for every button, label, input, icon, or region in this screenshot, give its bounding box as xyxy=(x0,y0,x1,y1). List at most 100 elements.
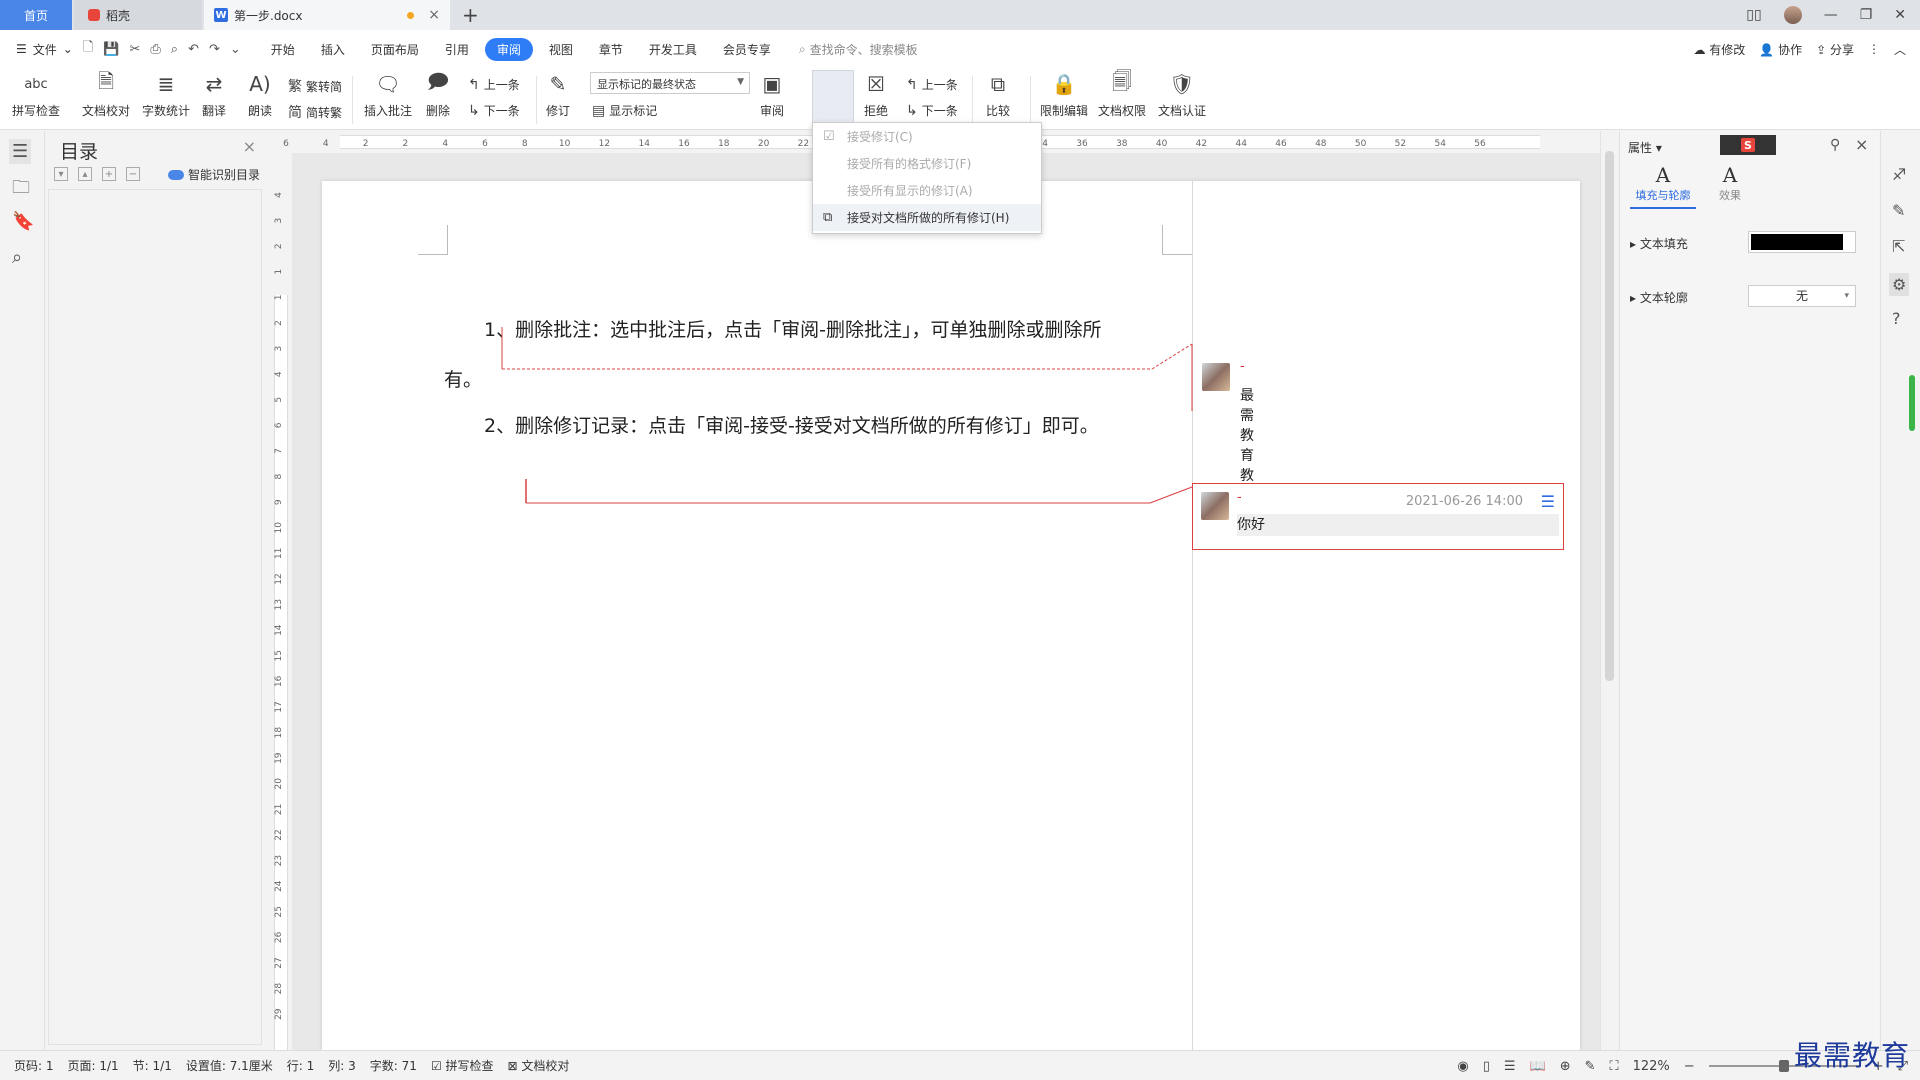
web-view-icon[interactable]: ⊕ xyxy=(1560,1059,1571,1074)
format-painter-icon[interactable]: ✂ xyxy=(129,42,140,57)
new-doc-icon[interactable]: 🗋 xyxy=(83,38,93,60)
insert-comment-button[interactable]: 🗨 插入批注 xyxy=(364,70,412,119)
prev-revision-button[interactable]: ↰ 上一条 xyxy=(906,76,958,93)
undo-icon[interactable]: ↶ xyxy=(188,42,199,57)
toc-close-icon[interactable]: × xyxy=(243,137,256,156)
print-icon[interactable]: ⎙ xyxy=(150,42,160,57)
status-word-count[interactable]: 字数: 71 xyxy=(370,1057,417,1074)
text-fill-color-picker[interactable] xyxy=(1748,231,1856,253)
toc-collapse-icon[interactable]: ▴ xyxy=(78,167,92,181)
word-count-button[interactable]: ≣ 字数统计 xyxy=(142,70,190,119)
restore-button[interactable]: ❐ xyxy=(1860,7,1873,23)
style-icon[interactable]: ♐ xyxy=(1892,165,1906,184)
tab-member[interactable]: 会员专享 xyxy=(713,38,781,61)
zoom-level[interactable]: 122% xyxy=(1633,1059,1670,1074)
toc-expand-icon[interactable]: ▾ xyxy=(54,167,68,181)
toc-icon[interactable]: ☰ xyxy=(9,139,32,164)
status-doc-proof[interactable]: ⊠ 文档校对 xyxy=(508,1057,570,1074)
menu-item-accept-shown[interactable]: 接受所有显示的修订(A) xyxy=(813,177,1041,204)
minimize-button[interactable]: — xyxy=(1824,7,1838,23)
save-icon[interactable]: 💾 xyxy=(103,42,119,57)
menu-item-accept-all[interactable]: ⧉ 接受对文档所做的所有修订(H) xyxy=(813,204,1041,231)
doc-permission-button[interactable]: 🗐 文档权限 xyxy=(1098,69,1146,119)
review-pane-button[interactable]: ▣ 审阅 xyxy=(758,70,786,119)
properties-close-icon[interactable]: × xyxy=(1855,135,1868,154)
markup-state-select[interactable]: 显示标记的最终状态 ▼ xyxy=(590,72,750,94)
comment-menu-icon[interactable]: ☰ xyxy=(1541,492,1555,511)
share-button[interactable]: ⇪ 分享 xyxy=(1816,41,1854,58)
tab-insert[interactable]: 插入 xyxy=(311,38,355,61)
tab-start[interactable]: 开始 xyxy=(261,38,305,61)
read-view-icon[interactable]: 📖 xyxy=(1530,1059,1546,1074)
pin-icon[interactable]: ⚲ xyxy=(1830,137,1840,153)
tab-view[interactable]: 视图 xyxy=(539,38,583,61)
help-icon[interactable]: ? xyxy=(1892,309,1901,328)
next-revision-button[interactable]: ↳ 下一条 xyxy=(906,102,958,119)
tab-daoke[interactable]: 稻壳 xyxy=(74,0,202,30)
comment-edit-field[interactable]: 你好 xyxy=(1237,514,1559,536)
doc-auth-button[interactable]: 🛡 文档认证 xyxy=(1158,70,1206,119)
fit-page-icon[interactable]: ⛶ xyxy=(1610,1059,1619,1074)
write-view-icon[interactable]: ✎ xyxy=(1585,1059,1596,1074)
status-page-no[interactable]: 页码: 1 xyxy=(14,1057,54,1074)
close-window-button[interactable]: ✕ xyxy=(1894,7,1906,23)
collapse-ribbon-icon[interactable]: ︿ xyxy=(1894,41,1906,58)
layout-icon[interactable]: ▯▯ xyxy=(1746,7,1761,23)
translate-button[interactable]: ⇄ 翻译 xyxy=(200,70,228,119)
tab-home[interactable]: 首页 xyxy=(0,0,72,30)
tab-references[interactable]: 引用 xyxy=(435,38,479,61)
paragraph-2[interactable]: 2、删除修订记录：点击「审阅-接受-接受对文档所做的所有修订」即可。 xyxy=(484,411,1099,438)
eye-protect-icon[interactable]: ◉ xyxy=(1457,1059,1468,1074)
menu-item-accept-format[interactable]: 接受所有的格式修订(F) xyxy=(813,150,1041,177)
modified-button[interactable]: ☁ 有修改 xyxy=(1693,41,1745,58)
zoom-slider-knob[interactable] xyxy=(1778,1060,1789,1072)
redo-icon[interactable]: ↷ xyxy=(209,42,220,57)
trad-to-simp-button[interactable]: 繁繁转简 xyxy=(288,76,342,96)
simp-to-trad-button[interactable]: 简简转繁 xyxy=(288,102,342,122)
show-markup-button[interactable]: ▤ 显示标记 xyxy=(592,102,657,119)
status-spell-check[interactable]: ☑ 拼写检查 xyxy=(431,1057,494,1074)
tab-developer[interactable]: 开发工具 xyxy=(639,38,707,61)
text-outline-row[interactable]: ▸ 文本轮廓 xyxy=(1630,289,1688,306)
user-avatar[interactable] xyxy=(1783,6,1802,24)
vertical-ruler[interactable]: 4 3 2 1 1 2 3 4 5 6 7 8 9 10 11 12 13 14 15 16 17 18 19 20 21 22 2… xyxy=(270,175,292,1055)
next-comment-button[interactable]: ↳ 下一条 xyxy=(468,102,520,119)
command-search-input[interactable]: ⌕ 查找命令、搜索模板 xyxy=(799,41,918,58)
smart-toc-button[interactable]: 智能识别目录 xyxy=(168,166,260,183)
scrollbar-thumb[interactable] xyxy=(1605,151,1614,681)
status-section[interactable]: 节: 1/1 xyxy=(133,1057,172,1074)
select-cursor-icon[interactable]: ⇱ xyxy=(1892,237,1905,256)
text-fill-row[interactable]: ▸ 文本填充 xyxy=(1630,235,1688,252)
zoom-out-button[interactable]: − xyxy=(1684,1059,1695,1074)
customize-icon[interactable]: ⌄ xyxy=(230,42,241,57)
tab-document[interactable]: W 第一步.docx × xyxy=(204,0,450,30)
tab-review[interactable]: 审阅 xyxy=(484,37,533,61)
page-view-icon[interactable]: ▯ xyxy=(1483,1059,1490,1074)
paragraph-1[interactable]: 1、删除批注：选中批注后，点击「审阅-删除批注」，可单独删除或删除所有。 xyxy=(444,305,1124,405)
outline-view-icon[interactable]: ☰ xyxy=(1504,1059,1516,1074)
tab-close-icon[interactable]: × xyxy=(428,7,440,23)
toc-remove-icon[interactable]: − xyxy=(126,167,140,181)
properties-title-button[interactable]: 属性 ▾ xyxy=(1628,139,1662,156)
tab-page-layout[interactable]: 页面布局 xyxy=(361,38,429,61)
spell-check-button[interactable]: abc 拼写检查 xyxy=(12,70,60,119)
file-menu-button[interactable]: ☰ 文件 ⌄ xyxy=(16,41,73,58)
pen-icon[interactable]: ✎ xyxy=(1892,201,1905,220)
reject-button[interactable]: ☒ 拒绝 xyxy=(862,70,890,119)
menu-item-accept-revision[interactable]: ☑ 接受修订(C) xyxy=(813,123,1041,150)
delete-comment-button[interactable]: 🗩 删除 xyxy=(424,69,452,119)
status-pages[interactable]: 页面: 1/1 xyxy=(68,1057,119,1074)
compare-button[interactable]: ⧉ 比较 xyxy=(984,70,1012,119)
status-setting[interactable]: 设置值: 7.1厘米 xyxy=(186,1057,273,1074)
document-page[interactable]: 1、删除批注：选中批注后，点击「审阅-删除批注」，可单独删除或删除所有。 2、删… xyxy=(322,181,1580,1050)
find-icon[interactable]: ⌕ xyxy=(12,247,22,268)
more-icon[interactable]: ⋮ xyxy=(1868,42,1880,56)
toc-add-icon[interactable]: + xyxy=(102,167,116,181)
new-tab-button[interactable]: + xyxy=(462,3,479,27)
print-preview-icon[interactable]: ⌕ xyxy=(171,42,178,57)
tab-chapter[interactable]: 章节 xyxy=(589,38,633,61)
prev-comment-button[interactable]: ↰ 上一条 xyxy=(468,76,520,93)
collaborate-button[interactable]: 👤 协作 xyxy=(1759,41,1802,58)
tab-fill-outline[interactable]: A 填充与轮廓 xyxy=(1630,163,1696,209)
properties-settings-icon[interactable]: ⚙ xyxy=(1889,273,1910,296)
